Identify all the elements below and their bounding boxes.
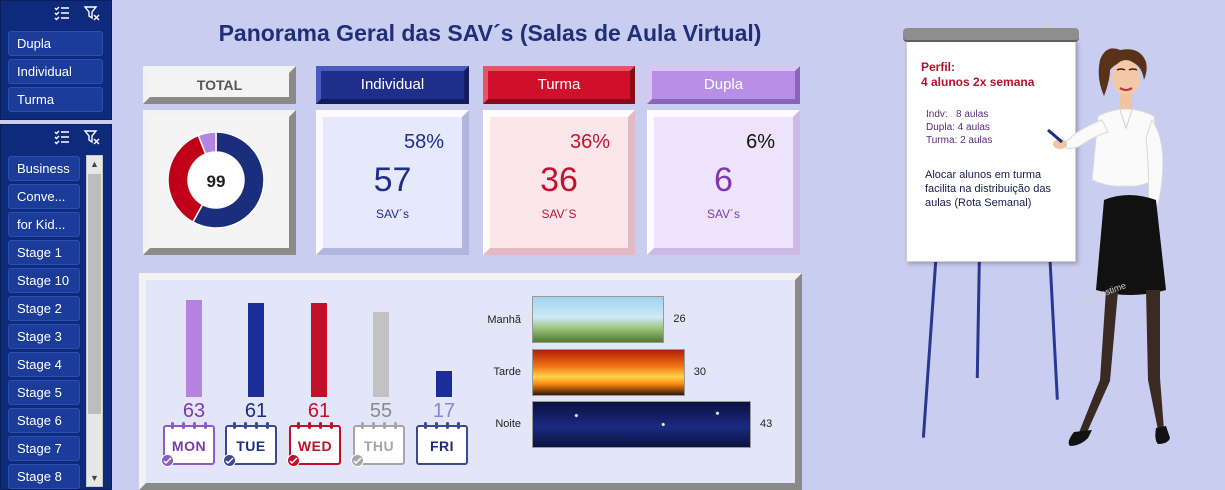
day-bar-tue bbox=[248, 303, 264, 397]
flipchart-leg bbox=[921, 250, 938, 438]
day-bar-fri bbox=[436, 370, 452, 397]
period-value-morning: 26 bbox=[673, 313, 686, 325]
kpi-value: 36 bbox=[540, 161, 578, 199]
kpi-percent: 36% bbox=[569, 131, 610, 153]
perfil-heading: Perfil: 4 alunos 2x semana bbox=[921, 60, 1034, 90]
kpi-header-turma: Turma bbox=[483, 66, 635, 104]
perfil-value: 4 alunos 2x semana bbox=[921, 75, 1035, 89]
multi-select-icon[interactable] bbox=[53, 128, 71, 146]
slicer-item[interactable]: Conve... bbox=[8, 184, 80, 209]
kpi-value: 57 bbox=[373, 161, 412, 199]
day-value-tue: 61 bbox=[244, 400, 268, 422]
period-label-noite: Noite bbox=[495, 418, 521, 430]
day-value-wed: 61 bbox=[307, 400, 331, 422]
check-icon bbox=[223, 454, 236, 467]
day-label: WED bbox=[297, 438, 333, 454]
check-icon bbox=[161, 454, 174, 467]
period-value-sunset: 30 bbox=[693, 366, 707, 378]
scroll-thumb[interactable] bbox=[88, 174, 101, 414]
aulas-item: Turma: 2 aulas bbox=[926, 135, 993, 146]
check-icon bbox=[351, 454, 364, 467]
kpi-percent: 6% bbox=[746, 131, 775, 153]
period-bar-night bbox=[532, 401, 751, 448]
kpi-percent: 58% bbox=[403, 131, 444, 153]
slicer-scrollbar[interactable]: ▲ ▼ bbox=[86, 155, 103, 487]
perfil-label: Perfil: bbox=[921, 60, 956, 74]
period-value-night: 43 bbox=[760, 418, 773, 430]
kpi-unit: SAV´s bbox=[375, 207, 410, 221]
calendar-icon-mon: MON bbox=[161, 422, 215, 467]
slicer-item[interactable]: Stage 1 bbox=[8, 240, 80, 265]
total-value: 99 bbox=[207, 172, 226, 191]
day-value-thu: 55 bbox=[369, 400, 393, 422]
day-value-fri: 17 bbox=[432, 400, 456, 422]
slicer-item[interactable]: Stage 2 bbox=[8, 296, 80, 321]
day-bar-thu bbox=[373, 312, 389, 397]
flipchart-leg bbox=[975, 250, 981, 379]
clear-filter-icon[interactable] bbox=[83, 4, 101, 22]
slicer-item-dupla[interactable]: Dupla bbox=[8, 31, 103, 56]
slicer-tipo: Dupla Individual Turma bbox=[0, 0, 112, 120]
day-label: THU bbox=[363, 438, 395, 454]
kpi-header-individual: Individual bbox=[316, 66, 469, 104]
slicer-header bbox=[1, 1, 111, 27]
total-card: 99 bbox=[143, 110, 296, 255]
scroll-up-icon[interactable]: ▲ bbox=[87, 156, 102, 172]
day-label: TUE bbox=[236, 438, 266, 454]
clear-filter-icon[interactable] bbox=[83, 128, 101, 146]
slicer-item[interactable]: Stage 5 bbox=[8, 380, 80, 405]
multi-select-icon[interactable] bbox=[53, 4, 71, 22]
slicer-item[interactable]: Stage 8 bbox=[8, 464, 80, 489]
calendar-icon-wed: WED bbox=[287, 422, 341, 467]
kpi-value: 6 bbox=[714, 161, 733, 199]
page-title: Panorama Geral das SAV´s (Salas de Aula … bbox=[218, 20, 762, 46]
slicer-item[interactable]: for Kid... bbox=[8, 212, 80, 237]
total-donut-chart: 99 bbox=[167, 131, 265, 229]
kpi-label: Individual bbox=[360, 76, 425, 93]
day-bar-wed bbox=[311, 303, 327, 397]
aulas-item: Indv: 8 aulas bbox=[926, 109, 989, 120]
day-label: FRI bbox=[429, 438, 455, 454]
kpi-card-dupla: 6% 6 SAV´s bbox=[647, 110, 800, 255]
slicer-item-turma[interactable]: Turma bbox=[8, 87, 103, 112]
period-label-tarde: Tarde bbox=[493, 366, 521, 378]
slicer-header bbox=[1, 125, 111, 151]
kpi-label: Dupla bbox=[703, 76, 744, 93]
day-value-mon: 63 bbox=[182, 400, 206, 422]
slicer-item[interactable]: Stage 6 bbox=[8, 408, 80, 433]
scroll-down-icon[interactable]: ▼ bbox=[87, 470, 102, 486]
aulas-list: Indv: 8 aulas Dupla: 4 aulas Turma: 2 au… bbox=[926, 108, 992, 147]
aulas-item: Dupla: 4 aulas bbox=[926, 122, 990, 133]
slicer-item[interactable]: Stage 10 bbox=[8, 268, 80, 293]
slicer-item[interactable]: Stage 3 bbox=[8, 324, 80, 349]
calendar-icon-tue: TUE bbox=[223, 422, 277, 467]
presenter-illustration bbox=[1047, 48, 1170, 446]
kpi-unit: SAV´S bbox=[541, 207, 577, 221]
total-header: TOTAL bbox=[143, 66, 296, 104]
kpi-unit: SAV´s bbox=[706, 207, 741, 221]
total-label: TOTAL bbox=[150, 73, 289, 97]
watermark: ✿ bbox=[1044, 20, 1052, 30]
slicer-item[interactable]: Stage 7 bbox=[8, 436, 80, 461]
kpi-label: Turma bbox=[537, 76, 581, 93]
kpi-header-dupla: Dupla bbox=[647, 66, 800, 104]
check-icon bbox=[287, 454, 300, 467]
day-label: MON bbox=[171, 438, 207, 454]
slicer-curso: Business Conve... for Kid... Stage 1 Sta… bbox=[0, 124, 112, 490]
slicer-item-individual[interactable]: Individual bbox=[8, 59, 103, 84]
calendar-icon-fri: FRI bbox=[416, 422, 468, 465]
slicer-item[interactable]: Stage 4 bbox=[8, 352, 80, 377]
day-bar-mon bbox=[186, 300, 202, 397]
period-label-manha: Manhã bbox=[487, 314, 521, 326]
kpi-card-individual: 58% 57 SAV´s bbox=[316, 110, 469, 255]
period-bar-morning bbox=[532, 296, 665, 343]
calendar-icon-thu: THU bbox=[351, 422, 405, 467]
period-bar-sunset bbox=[532, 349, 685, 396]
kpi-card-turma: 36% 36 SAV´S bbox=[483, 110, 635, 255]
slicer-item[interactable]: Business bbox=[8, 156, 80, 181]
